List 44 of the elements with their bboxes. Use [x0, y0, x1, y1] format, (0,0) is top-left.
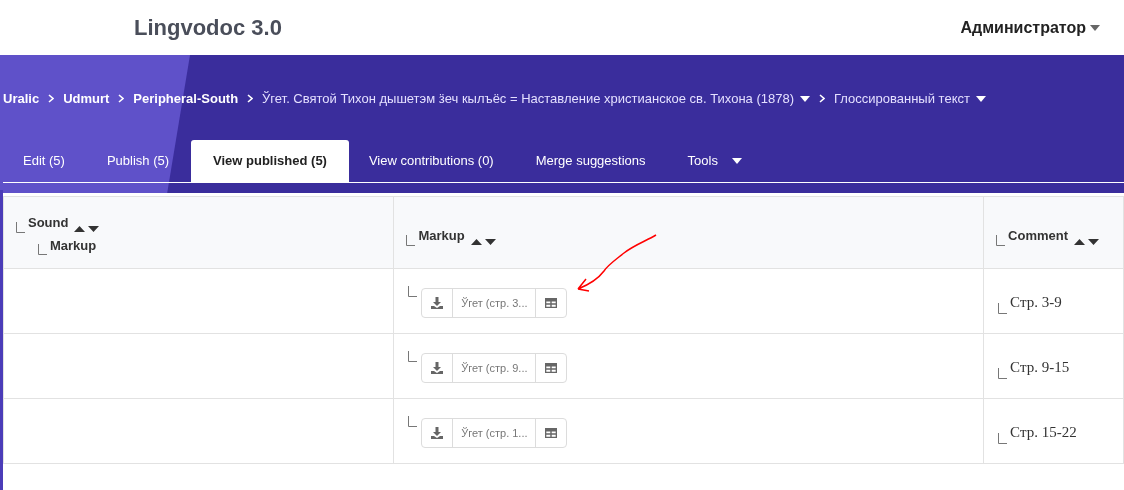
chevron-icon [48, 94, 55, 104]
download-icon [431, 297, 444, 309]
user-menu[interactable]: Администратор [960, 15, 1100, 40]
caret-icon [1090, 24, 1100, 31]
sort-icon[interactable] [470, 237, 497, 246]
breadcrumb-link[interactable]: Udmurt [63, 89, 110, 109]
tab[interactable]: Edit (5) [3, 139, 85, 182]
breadcrumb-dropdown[interactable]: Ўгет. Святой Тихон дышетэм ӟеч кылъёс = Наставление христианское св. Тихона (1878) [262, 89, 811, 109]
chevron-icon [118, 94, 125, 104]
tree-corner-icon [998, 302, 1008, 314]
tree-corner-icon [38, 244, 47, 255]
tree-corner-icon [406, 234, 416, 246]
tree-corner-icon [408, 416, 418, 427]
sort-icon[interactable] [74, 224, 101, 233]
chevron-icon [247, 94, 254, 104]
sort-icon[interactable] [1074, 237, 1101, 246]
tab[interactable]: Tools [667, 139, 762, 182]
tree-corner-icon [998, 367, 1008, 379]
tab[interactable]: Publish (5) [84, 139, 192, 182]
column-header: Comment [1008, 227, 1069, 245]
tree-corner-icon [408, 286, 418, 297]
tree-corner-icon [408, 351, 418, 362]
comment-text: Стр. 15-22 [1010, 423, 1077, 442]
tab[interactable]: View published (5) [191, 139, 349, 182]
app-logo[interactable]: Lingvodoc 3.0 [134, 11, 282, 44]
comment-text: Стр. 3-9 [1010, 293, 1062, 312]
tree-corner-icon [996, 234, 1006, 246]
breadcrumb-link[interactable]: Uralic [3, 89, 40, 109]
table-icon [545, 363, 558, 373]
tab[interactable]: View contributions (0) [348, 139, 514, 182]
table-icon [545, 298, 558, 308]
chevron-icon [819, 94, 826, 104]
tab[interactable]: Merge suggestions [513, 139, 668, 182]
download-icon [431, 427, 444, 439]
tree-corner-icon [998, 432, 1008, 444]
table-icon [545, 428, 558, 438]
comment-text: Стр. 9-15 [1010, 358, 1070, 377]
tree-corner-icon [16, 221, 25, 233]
breadcrumb-link[interactable]: Peripheral-South [133, 89, 239, 109]
breadcrumb-dropdown[interactable]: Глоссированный текст [834, 89, 986, 109]
column-header: Markup [418, 227, 465, 245]
column-header: Markup [50, 236, 97, 255]
column-header: Sound [28, 214, 69, 232]
download-icon [431, 362, 444, 374]
